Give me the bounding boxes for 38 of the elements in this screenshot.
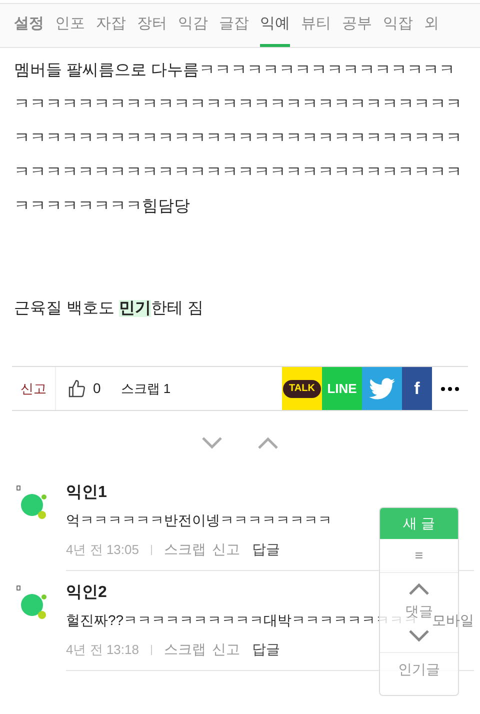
- comment-author: 익인2: [66, 583, 107, 603]
- category-tab[interactable]: 익잡: [383, 12, 413, 47]
- facebook-share-button[interactable]: f: [402, 367, 432, 410]
- category-tab[interactable]: 자잡: [96, 12, 126, 47]
- category-tab[interactable]: 뷰티: [301, 12, 331, 47]
- reply-link[interactable]: 답글: [252, 539, 280, 560]
- post-paragraph: 근육질 백호도 민기한테 짐: [14, 299, 204, 319]
- scrap-link[interactable]: 스크랩: [164, 539, 206, 560]
- reply-link[interactable]: 답글: [252, 639, 280, 660]
- category-tab[interactable]: 글잡: [219, 12, 249, 47]
- settings-tab[interactable]: 설정: [14, 12, 44, 47]
- menu-button[interactable]: ≡: [380, 539, 458, 573]
- twitter-share-button[interactable]: [362, 367, 402, 410]
- more-icon: [441, 386, 459, 390]
- thumbs-up-icon: [67, 378, 87, 398]
- category-tab[interactable]: 익예: [260, 12, 290, 47]
- kakaotalk-share-button[interactable]: TALK: [282, 367, 322, 410]
- scrap-link[interactable]: 스크랩 1: [120, 378, 171, 398]
- category-tab[interactable]: 외: [424, 12, 439, 47]
- comment-text: 억ㅋㅋㅋㅋㅋㅋ반전이넹ㅋㅋㅋㅋㅋㅋㅋㅋ: [66, 511, 332, 530]
- line-share-button[interactable]: LINE: [322, 367, 362, 410]
- comment-author: 익인1: [66, 483, 107, 503]
- report-link[interactable]: 신고: [212, 539, 240, 560]
- category-tab[interactable]: 인포: [55, 12, 85, 47]
- post-paragraph: 멤버들 팔씨름으로 다누름ㅋㅋㅋㅋㅋㅋㅋㅋㅋㅋㅋㅋㅋㅋㅋㅋㅋㅋㅋㅋㅋㅋㅋㅋㅋㅋㅋㅋㅋㅋㅋㅋㅋㅋㅋㅋㅋㅋㅋㅋㅋㅋㅋㅋㅋㅋㅋㅋㅋㅋㅋㅋㅋㅋㅋㅋㅋㅋㅋㅋㅋㅋㅋㅋㅋㅋㅋㅋㅋㅋㅋㅋㅋㅋㅋㅋㅋㅋㅋㅋㅋㅋㅋㅋㅋㅋㅋㅋㅋㅋㅋㅋㅋㅋㅋㅋㅋㅋㅋㅋㅋㅋㅋㅋㅋㅋㅋㅋ힘담당: [14, 61, 463, 217]
- mobile-label: 모바일: [432, 611, 474, 630]
- report-link[interactable]: 신고: [12, 367, 56, 410]
- bird-icon: [369, 378, 395, 400]
- new-post-button[interactable]: 새 글: [380, 508, 458, 539]
- report-link[interactable]: 신고: [212, 639, 240, 660]
- like-button[interactable]: 0: [67, 378, 101, 399]
- scrap-link[interactable]: 스크랩: [164, 639, 206, 660]
- popular-posts-link[interactable]: 인기글: [380, 652, 458, 680]
- comment-time: 4년 전 13:18: [66, 640, 139, 659]
- category-tab[interactable]: 공부: [342, 12, 372, 47]
- category-tab[interactable]: 익감: [178, 12, 208, 47]
- comment-time: 4년 전 13:05: [66, 540, 139, 559]
- category-tab[interactable]: 장터: [137, 12, 167, 47]
